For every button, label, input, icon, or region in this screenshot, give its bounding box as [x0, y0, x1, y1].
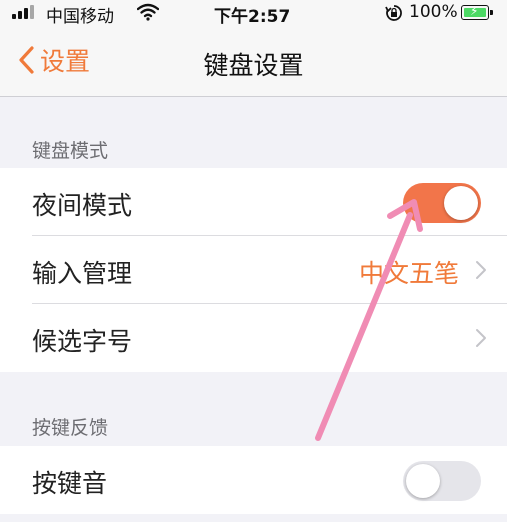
navigation-bar: 设置 键盘设置	[0, 26, 507, 97]
settings-row-night-mode: 夜间模式	[0, 168, 507, 236]
toggle-knob	[406, 464, 440, 498]
row-label: 输入管理	[32, 259, 133, 288]
battery-percent: 100%	[409, 2, 458, 22]
row-label: 夜间模式	[32, 191, 133, 220]
chevron-right-icon	[476, 329, 486, 347]
toggle-knob	[444, 186, 478, 220]
rotation-lock-icon	[385, 5, 402, 21]
settings-row-input-management[interactable]: 输入管理 中文五笔	[0, 236, 507, 304]
wifi-icon	[137, 3, 159, 21]
status-time: 下午2:57	[214, 7, 291, 27]
settings-row-key-sound: 按键音	[0, 446, 507, 514]
key-sound-toggle[interactable]	[403, 461, 481, 501]
page-title: 键盘设置	[203, 51, 304, 80]
row-label: 按键音	[32, 469, 108, 498]
signal-icon	[12, 5, 38, 19]
carrier-name: 中国移动	[46, 7, 114, 27]
section-header-keyboard-mode: 键盘模式	[32, 140, 109, 162]
section-header-key-feedback: 按键反馈	[32, 417, 109, 439]
night-mode-toggle[interactable]	[403, 183, 481, 223]
settings-row-candidate-font-size[interactable]: 候选字号	[0, 304, 507, 372]
status-bar: 中国移动 下午2:57 100% ⚡	[0, 0, 507, 27]
row-value: 中文五笔	[358, 259, 459, 288]
battery-charging-icon: ⚡	[461, 4, 493, 20]
chevron-right-icon	[476, 261, 486, 279]
row-label: 候选字号	[32, 327, 133, 356]
